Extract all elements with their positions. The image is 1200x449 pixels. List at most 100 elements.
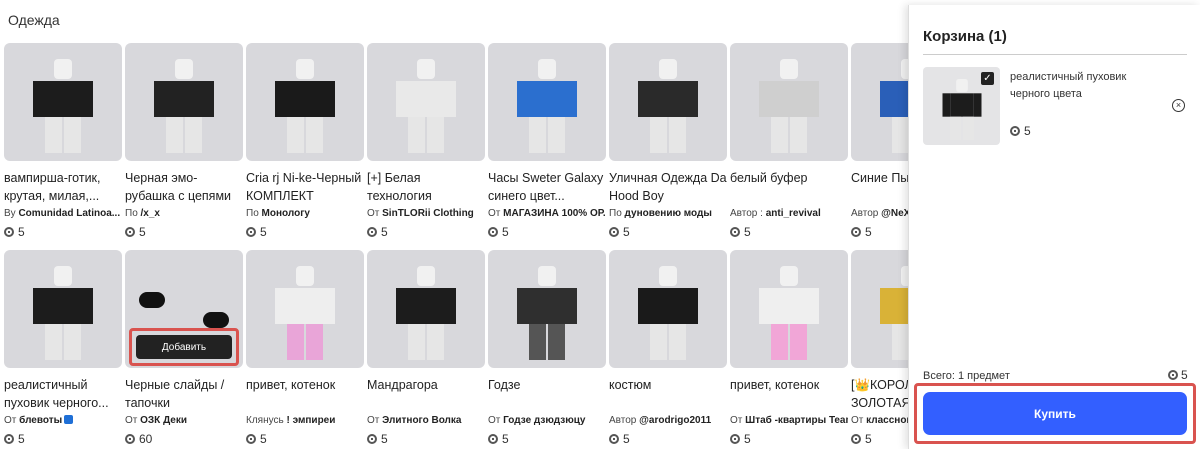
item-thumbnail[interactable] xyxy=(488,250,606,368)
avatar-figure xyxy=(275,59,335,155)
catalog-item-card[interactable]: Часы Sweter Galaxy синего цвет... От МАГА… xyxy=(488,43,606,239)
item-name[interactable]: [👑КОРОЛ ЗОЛОТАЯ... xyxy=(851,376,910,412)
buy-button[interactable]: Купить xyxy=(923,392,1187,435)
item-thumbnail[interactable] xyxy=(125,43,243,161)
item-thumbnail[interactable] xyxy=(4,250,122,368)
item-creator: От Годзе дзюдзюцу xyxy=(488,415,606,428)
item-name[interactable]: реалистичный пуховик черного... xyxy=(4,376,122,412)
catalog-item-card[interactable]: привет, котенок Клянусь ! эмпиреи 5 xyxy=(246,250,364,446)
robux-icon xyxy=(851,434,861,444)
creator-prefix: Клянусь xyxy=(246,415,284,426)
cart-total-price: 5 xyxy=(1168,368,1188,382)
avatar-figure xyxy=(33,59,93,155)
item-price: 5 xyxy=(367,225,485,239)
item-name[interactable]: Годзе xyxy=(488,376,606,412)
creator-name[interactable]: @arodrigo2011 xyxy=(639,415,711,426)
catalog-item-card[interactable]: [👑КОРОЛ ЗОЛОТАЯ... От классного... 5 xyxy=(851,250,910,446)
item-creator: По /x_x xyxy=(125,208,243,221)
creator-name[interactable]: Элитного Волка xyxy=(382,415,461,426)
item-thumbnail[interactable] xyxy=(609,250,727,368)
creator-name[interactable]: /x_x xyxy=(141,208,160,219)
creator-prefix: От xyxy=(367,208,380,219)
creator-name[interactable]: дуновению моды xyxy=(625,208,712,219)
item-thumbnail[interactable] xyxy=(730,250,848,368)
catalog-item-card[interactable]: Уличная Одежда Da Hood Boy По дуновению м… xyxy=(609,43,727,239)
item-name[interactable]: Черные слайды / тапочки xyxy=(125,376,243,412)
catalog-item-card[interactable]: Мандрагора От Элитного Волка 5 xyxy=(367,250,485,446)
item-thumbnail[interactable] xyxy=(246,43,364,161)
item-creator: Автор : anti_revival xyxy=(730,208,848,221)
item-name[interactable]: Мандрагора xyxy=(367,376,485,412)
item-price-value: 5 xyxy=(139,225,146,239)
item-thumbnail[interactable] xyxy=(367,43,485,161)
cart-item-name: реалистичный пуховик черного цвета xyxy=(1010,71,1127,100)
catalog-item-card[interactable]: Синие Пылающи... Автор @NeX 5 xyxy=(851,43,910,239)
catalog-item-card[interactable]: Cria rj Ni-ke-Черный КОМПЛЕКТ По Монологу… xyxy=(246,43,364,239)
item-name[interactable]: Уличная Одежда Da Hood Boy xyxy=(609,169,727,205)
item-price: 5 xyxy=(488,225,606,239)
avatar-figure xyxy=(517,266,577,362)
avatar-figure xyxy=(33,266,93,362)
item-thumbnail[interactable] xyxy=(851,250,910,368)
item-thumbnail[interactable] xyxy=(4,43,122,161)
item-creator: От Элитного Волка xyxy=(367,415,485,428)
item-price-value: 5 xyxy=(260,432,267,446)
item-name[interactable]: костюм xyxy=(609,376,727,412)
creator-prefix: От xyxy=(367,415,380,426)
add-to-cart-button[interactable]: Добавить xyxy=(136,335,232,359)
avatar-figure xyxy=(638,266,698,362)
item-price-value: 5 xyxy=(865,225,872,239)
creator-name[interactable]: ОЗК Деки xyxy=(140,415,187,426)
item-thumbnail[interactable] xyxy=(367,250,485,368)
creator-name[interactable]: ! эмпиреи xyxy=(286,415,335,426)
catalog-item-card[interactable]: Добавить Черные слайды / тапочки От ОЗК Де… xyxy=(125,250,243,446)
catalog-item-card[interactable]: вампирша-готик, крутая, милая,... By Comu… xyxy=(4,43,122,239)
creator-name[interactable]: Штаб -квартиры Team... xyxy=(745,415,848,426)
item-name[interactable]: Часы Sweter Galaxy синего цвет... xyxy=(488,169,606,205)
cart-item-thumbnail[interactable]: ✓ xyxy=(923,67,1000,145)
item-name[interactable]: привет, котенок xyxy=(246,376,364,412)
robux-icon xyxy=(4,434,14,444)
item-name[interactable]: белый буфер xyxy=(730,169,848,205)
creator-name[interactable]: блевоты xyxy=(19,415,62,426)
item-price: 60 xyxy=(125,432,243,446)
item-name[interactable]: Черная эмо-рубашка с цепями ... xyxy=(125,169,243,205)
creator-name[interactable]: МАГАЗИНА 100% ОР... xyxy=(503,208,606,219)
creator-name[interactable]: Годзе дзюдзюцу xyxy=(503,415,585,426)
item-thumbnail[interactable] xyxy=(730,43,848,161)
buy-button-highlight: Купить xyxy=(914,383,1196,444)
item-price: 5 xyxy=(730,225,848,239)
item-name[interactable]: [+] Белая технология xyxy=(367,169,485,205)
verified-badge-icon xyxy=(64,415,74,424)
creator-name[interactable]: классного... xyxy=(866,415,910,426)
creator-name[interactable]: anti_revival xyxy=(766,208,821,219)
catalog-item-card[interactable]: белый буфер Автор : anti_revival 5 xyxy=(730,43,848,239)
creator-name[interactable]: @NeX xyxy=(881,208,910,219)
item-name[interactable]: Синие Пылающи... xyxy=(851,169,910,205)
avatar-figure xyxy=(154,59,214,155)
remove-icon[interactable]: × xyxy=(1172,99,1185,112)
item-thumbnail[interactable] xyxy=(488,43,606,161)
cart-divider xyxy=(923,54,1187,55)
item-creator: От классного... xyxy=(851,415,910,428)
creator-name[interactable]: Монологу xyxy=(262,208,310,219)
item-thumbnail[interactable] xyxy=(246,250,364,368)
item-thumbnail[interactable] xyxy=(851,43,910,161)
robux-icon xyxy=(730,227,740,237)
creator-name[interactable]: Comunidad Latinoa... xyxy=(18,208,120,219)
item-name[interactable]: привет, котенок xyxy=(730,376,848,412)
catalog-item-card[interactable]: [+] Белая технология От SinTLORii Clothin… xyxy=(367,43,485,239)
item-name[interactable]: Cria rj Ni-ke-Черный КОМПЛЕКТ xyxy=(246,169,364,205)
catalog-item-card[interactable]: Черная эмо-рубашка с цепями ... По /x_x 5 xyxy=(125,43,243,239)
catalog-item-card[interactable]: Годзе От Годзе дзюдзюцу 5 xyxy=(488,250,606,446)
creator-name[interactable]: SinTLORii Clothing xyxy=(382,208,474,219)
item-name[interactable]: вампирша-готик, крутая, милая,... xyxy=(4,169,122,205)
catalog-item-card[interactable]: костюм Автор @arodrigo2011 5 xyxy=(609,250,727,446)
catalog-item-card[interactable]: реалистичный пуховик черного... От блевот… xyxy=(4,250,122,446)
creator-prefix: От xyxy=(488,415,501,426)
catalog-item-card[interactable]: привет, котенок От Штаб -квартиры Team...… xyxy=(730,250,848,446)
item-thumbnail[interactable] xyxy=(609,43,727,161)
checkbox-icon[interactable]: ✓ xyxy=(981,72,994,85)
item-thumbnail[interactable]: Добавить xyxy=(125,250,243,368)
robux-icon xyxy=(125,227,135,237)
